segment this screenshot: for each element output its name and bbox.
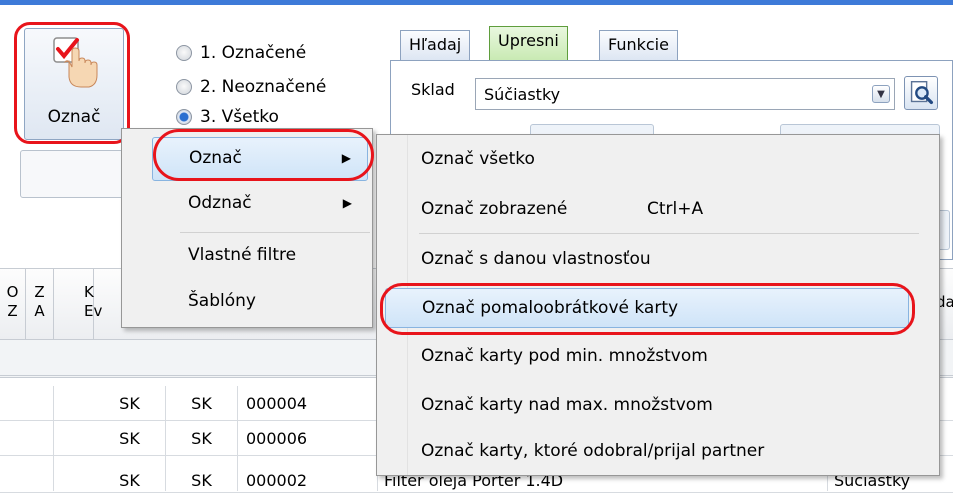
secondary-field[interactable] (20, 150, 130, 198)
menu-item-label: Označ karty nad max. množstvom (421, 395, 713, 415)
cell-code: 000002 (238, 456, 378, 491)
search-lookup-button[interactable] (904, 76, 938, 110)
menu-item-odznac[interactable]: Odznač ▶ (152, 183, 368, 227)
menu-item-oznac-nad-max[interactable]: Označ karty nad max. množstvom (421, 395, 713, 415)
menu-item-sablony[interactable]: Šablóny (188, 281, 256, 325)
menu-item-oznac-vsetko[interactable]: Označ všetko (421, 149, 535, 169)
radio-all[interactable]: 3. Všetko (176, 108, 279, 126)
menu-item-label: Označ s danou vlastnosťou (421, 249, 651, 269)
radio-selected-icon (176, 109, 192, 125)
sklad-select[interactable]: Súčiastky ▼ (475, 78, 895, 110)
sklad-label: Sklad (411, 80, 455, 99)
cell-type: SK (166, 421, 238, 456)
tab-label: Upresni (498, 31, 559, 50)
cell-type: SK (94, 386, 166, 421)
menu-item-label: Odznač (188, 193, 252, 213)
window-top-border (0, 0, 953, 5)
menu-item-vlastne-filtre[interactable]: Vlastné filtre (188, 235, 296, 279)
radio-label: 1. Označené (200, 43, 307, 63)
sklad-value: Súčiastky (484, 85, 561, 104)
magnifier-icon (910, 81, 933, 105)
radio-circle-icon (176, 79, 192, 95)
radio-label: 2. Neoznačené (200, 77, 327, 97)
menu-item-oznac-vlastnost[interactable]: Označ s danou vlastnosťou (421, 249, 651, 269)
tab-hladaj[interactable]: Hľadaj (400, 30, 471, 60)
cell-type: SK (94, 421, 166, 456)
menu-item-label: Označ karty pod min. množstvom (421, 346, 708, 366)
chevron-down-icon[interactable]: ▼ (872, 85, 890, 103)
header-line: Ev (84, 302, 103, 320)
cell-code: 000006 (238, 421, 378, 456)
menu-item-oznac-pod-min[interactable]: Označ karty pod min. množstvom (421, 346, 708, 366)
annotation-oval-oznac (153, 129, 374, 181)
cell-type: SK (94, 456, 166, 491)
header-line: Z (34, 283, 45, 301)
cell-type: SK (166, 456, 238, 491)
menu-separator (180, 232, 370, 233)
chevron-right-icon: ▶ (342, 196, 352, 210)
menu-item-oznac-partner[interactable]: Označ karty, ktoré odobral/prijal partne… (421, 441, 764, 461)
menu-item-label: Označ zobrazené (421, 199, 568, 219)
radio-circle-icon (176, 45, 192, 61)
column-header-za[interactable]: ZA (26, 269, 54, 341)
header-line: K (84, 283, 94, 301)
header-line: Z (7, 302, 18, 320)
column-header-oz[interactable]: OZ (0, 269, 26, 341)
menu-item-label: Označ všetko (421, 149, 535, 169)
radio-unmarked[interactable]: 2. Neoznačené (176, 76, 326, 98)
tab-upresni[interactable]: Upresni (489, 26, 568, 60)
header-line: A (34, 302, 45, 320)
menu-item-label: Šablóny (188, 291, 256, 311)
menu-shortcut: Ctrl+A (647, 199, 704, 219)
tab-funkcie[interactable]: Funkcie (599, 30, 678, 60)
radio-marked[interactable]: 1. Označené (176, 42, 306, 64)
cell-code: 000004 (238, 386, 378, 421)
menu-item-oznac-zobrazene[interactable]: Označ zobrazené Ctrl+A (421, 199, 901, 219)
tab-label: Funkcie (608, 35, 669, 54)
radio-label: 3. Všetko (200, 108, 279, 126)
column-header-ev[interactable]: K Ev (54, 269, 102, 341)
annotation-oval-mark-button (14, 22, 130, 144)
annotation-oval-pomaloobratkove (380, 283, 915, 335)
menu-item-label: Označ karty, ktoré odobral/prijal partne… (421, 441, 765, 461)
header-line: O (6, 283, 19, 301)
menu-separator (419, 233, 919, 234)
menu-item-label: Vlastné filtre (188, 245, 297, 265)
tab-label: Hľadaj (409, 35, 462, 54)
cell-type: SK (166, 386, 238, 421)
